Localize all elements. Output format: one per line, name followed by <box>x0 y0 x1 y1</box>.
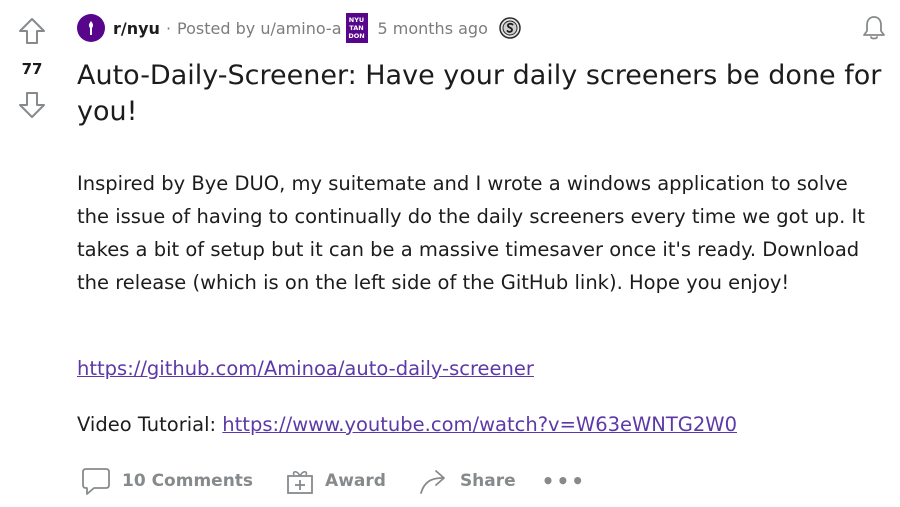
share-button[interactable]: Share <box>418 465 516 497</box>
post-actions: 10 Comments Award Share ••• <box>80 462 618 500</box>
user-flair: NYU TAN DON <box>345 13 368 43</box>
upvote-button[interactable] <box>15 14 49 48</box>
flair-line-1: NYU <box>348 16 365 24</box>
downvote-button[interactable] <box>15 88 49 122</box>
subreddit-icon[interactable] <box>77 14 105 42</box>
youtube-link[interactable]: https://www.youtube.com/watch?v=W63eWNTG… <box>222 413 737 436</box>
more-options-button[interactable]: ••• <box>542 469 586 493</box>
award-label: Award <box>325 471 386 491</box>
comments-label: 10 Comments <box>122 471 254 491</box>
posted-by-text[interactable]: Posted by u/amino-a <box>177 19 341 38</box>
post-age[interactable]: 5 months ago <box>378 19 488 38</box>
gift-icon <box>287 470 313 494</box>
share-arrow-icon <box>420 470 445 494</box>
silver-award-icon[interactable] <box>498 16 522 40</box>
torch-icon <box>88 21 94 35</box>
post-title[interactable]: Auto-Daily-Screener: Have your daily scr… <box>77 58 892 130</box>
flair-line-2: TAN <box>349 24 364 32</box>
github-link[interactable]: https://github.com/Aminoa/auto-daily-scr… <box>77 357 534 380</box>
post-body: Inspired by Bye DUO, my suitemate and I … <box>77 172 865 294</box>
flair-line-3: DON <box>348 32 365 40</box>
subreddit-link[interactable]: r/nyu <box>113 19 160 38</box>
follow-post-button[interactable] <box>858 12 890 44</box>
bell-icon <box>863 16 885 40</box>
post-meta: r/nyu · Posted by u/amino-a NYU TAN DON … <box>77 12 522 44</box>
comment-bubble-icon <box>82 468 110 495</box>
comments-button[interactable]: 10 Comments <box>80 465 253 497</box>
video-tutorial-label: Video Tutorial: <box>77 413 223 436</box>
award-button[interactable]: Award <box>285 466 386 496</box>
vote-count: 77 <box>21 60 43 78</box>
meta-separator: · <box>165 18 172 38</box>
github-link-line: https://github.com/Aminoa/auto-daily-scr… <box>77 352 534 385</box>
upvote-arrow-icon <box>19 18 45 44</box>
share-label: Share <box>459 471 516 491</box>
downvote-arrow-icon <box>19 92 45 118</box>
video-tutorial-line: Video Tutorial: https://www.youtube.com/… <box>77 408 737 441</box>
